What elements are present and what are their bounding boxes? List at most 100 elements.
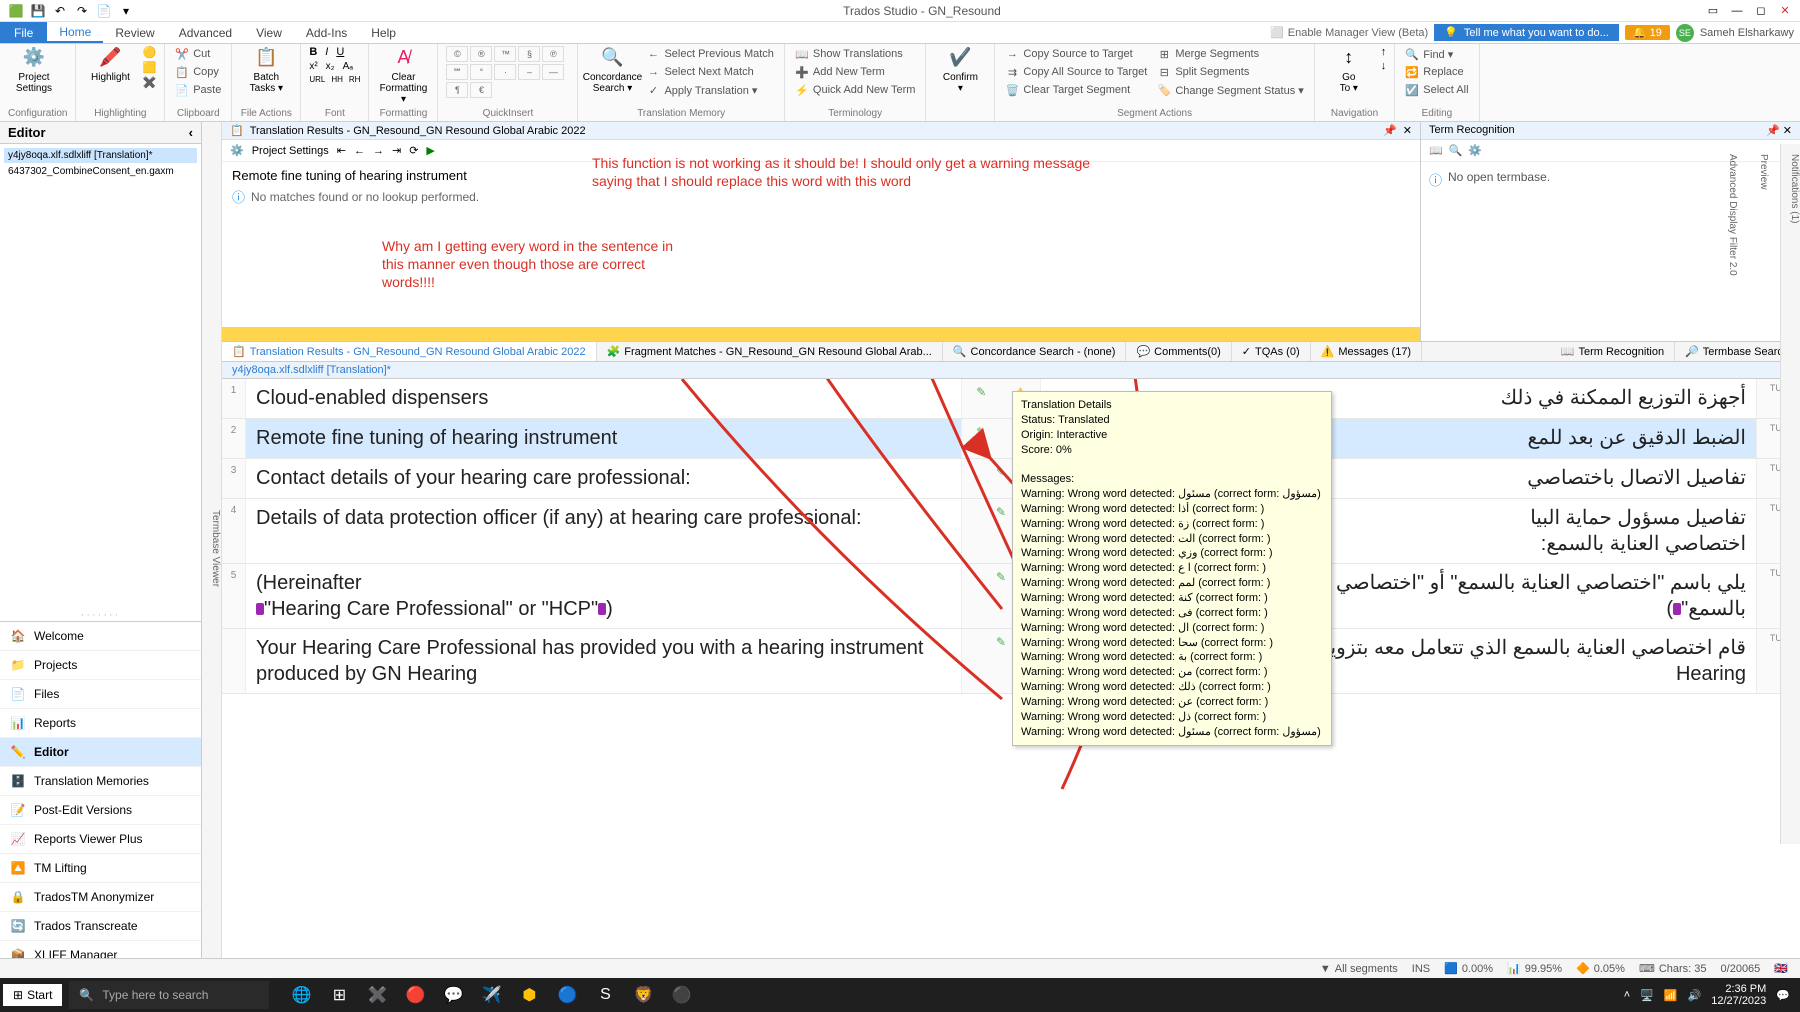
nav-item-projects[interactable]: 📁Projects: [0, 651, 201, 680]
app-icon-3[interactable]: 💬: [441, 983, 465, 1007]
segment-row[interactable]: 4 Details of data protection officer (if…: [222, 499, 1800, 564]
cut-button[interactable]: ✂️Cut: [173, 46, 223, 62]
next-match-button[interactable]: →Select Next Match: [644, 64, 775, 80]
ins-mode[interactable]: INS: [1412, 963, 1430, 975]
tab-addins[interactable]: Add-Ins: [294, 22, 359, 43]
segment-grid[interactable]: Translation DetailsStatus: TranslatedOri…: [222, 379, 1800, 970]
enable-manager-toggle[interactable]: ⬜Enable Manager View (Beta): [1270, 26, 1428, 39]
tab-file[interactable]: File: [0, 22, 47, 43]
preview-tab[interactable]: Preview: [1758, 154, 1769, 844]
segment-row[interactable]: Your Hearing Care Professional has provi…: [222, 629, 1800, 694]
close-panel-icon[interactable]: ✕: [1403, 124, 1412, 137]
hh-button[interactable]: HH: [331, 75, 343, 84]
segment-row[interactable]: 5 (Hereinafter "Hearing Care Professiona…: [222, 564, 1800, 629]
segment-row[interactable]: 3 Contact details of your hearing care p…: [222, 459, 1800, 499]
save-icon[interactable]: 💾: [30, 3, 46, 19]
app-icon-1[interactable]: 🌐: [289, 983, 313, 1007]
app-icon-4[interactable]: ⬢: [517, 983, 541, 1007]
copy-button[interactable]: 📋Copy: [173, 64, 223, 80]
pin-icon[interactable]: 📌: [1766, 125, 1780, 137]
collapse-icon[interactable]: ‹: [189, 125, 193, 140]
results-tab[interactable]: ✓TQAs (0): [1232, 342, 1311, 361]
taskbar-search[interactable]: 🔍 Type here to search: [69, 981, 269, 1009]
results-tab[interactable]: 📋Translation Results - GN_Resound_GN Res…: [222, 342, 597, 361]
chrome-icon[interactable]: 🔴: [403, 983, 427, 1007]
more-icon[interactable]: ▾: [118, 3, 134, 19]
app-icon-8[interactable]: ⚫: [669, 983, 693, 1007]
document-tab[interactable]: y4jy8oqa.xlf.sdlxliff [Translation]*: [222, 362, 1800, 379]
redo-icon[interactable]: ↷: [74, 3, 90, 19]
refresh-icon[interactable]: ⟳: [409, 144, 418, 157]
minimize-icon[interactable]: —: [1726, 2, 1748, 20]
user-avatar[interactable]: SE: [1676, 24, 1694, 42]
results-tab[interactable]: 💬Comments(0): [1126, 342, 1231, 361]
qi-sm[interactable]: ℠: [446, 64, 468, 80]
term-icon-1[interactable]: 📖: [1429, 144, 1443, 157]
segment-source[interactable]: Details of data protection officer (if a…: [246, 499, 961, 563]
qi-pilcrow[interactable]: ¶: [446, 82, 468, 98]
clear-target-button[interactable]: 🗑️Clear Target Segment: [1003, 82, 1149, 98]
segment-source[interactable]: Remote fine tuning of hearing instrument: [246, 419, 961, 458]
select-all-button[interactable]: ☑️Select All: [1403, 82, 1470, 98]
url-button[interactable]: URL: [309, 75, 325, 84]
nav-item-trados-transcreate[interactable]: 🔄Trados Transcreate: [0, 912, 201, 941]
wifi-icon[interactable]: 📶: [1664, 989, 1678, 1002]
segment-row[interactable]: 1 Cloud-enabled dispensers ✎⚠ أجهزة التو…: [222, 379, 1800, 419]
add-term-button[interactable]: ➕Add New Term: [793, 64, 918, 80]
filter-chip[interactable]: ▼ All segments: [1320, 963, 1398, 975]
nav-item-translation-memories[interactable]: 🗄️Translation Memories: [0, 767, 201, 796]
qi-dot[interactable]: ·: [494, 64, 516, 80]
smallcaps-button[interactable]: Aₐ: [343, 61, 353, 72]
merge-segments-button[interactable]: ⊞Merge Segments: [1155, 46, 1305, 62]
paste-button[interactable]: 📄Paste: [173, 82, 223, 98]
find-button[interactable]: 🔍Find ▾: [1403, 46, 1470, 62]
italic-button[interactable]: I: [325, 46, 328, 58]
term-tab[interactable]: 📖Term Recognition: [1551, 342, 1675, 361]
qi-tm[interactable]: ™: [494, 46, 516, 62]
qi-copyright[interactable]: ©: [446, 46, 468, 62]
highlight-yellow-icon[interactable]: 🟡: [142, 46, 156, 59]
nav-item-post-edit-versions[interactable]: 📝Post-Edit Versions: [0, 796, 201, 825]
nav-last-icon[interactable]: ⇥: [392, 144, 401, 157]
nav-prev-icon[interactable]: ←: [354, 145, 365, 157]
split-segments-button[interactable]: ⊟Split Segments: [1155, 64, 1305, 80]
clock[interactable]: 2:36 PM12/27/2023: [1711, 983, 1766, 1007]
notifications-icon[interactable]: 💬: [1776, 989, 1790, 1002]
app-icon-6[interactable]: S: [593, 983, 617, 1007]
nav-next-icon[interactable]: →: [373, 145, 384, 157]
tellme-search[interactable]: 💡Tell me what you want to do...: [1434, 24, 1619, 41]
close-icon[interactable]: ✕: [1774, 2, 1796, 20]
undo-icon[interactable]: ↶: [52, 3, 68, 19]
replace-button[interactable]: 🔁Replace: [1403, 64, 1470, 80]
prev-match-button[interactable]: ←Select Previous Match: [644, 46, 775, 62]
filter-tab[interactable]: Advanced Display Filter 2.0: [1727, 154, 1738, 844]
copy-all-src-button[interactable]: ⇉Copy All Source to Target: [1003, 64, 1149, 80]
start-button[interactable]: ⊞ Start: [3, 984, 62, 1006]
nav-item-tradostm-anonymizer[interactable]: 🔒TradosTM Anonymizer: [0, 883, 201, 912]
segment-source[interactable]: (Hereinafter "Hearing Care Professional"…: [246, 564, 961, 628]
close-panel-icon[interactable]: ✕: [1783, 125, 1792, 137]
segment-source[interactable]: Contact details of your hearing care pro…: [246, 459, 961, 498]
pin-icon[interactable]: 📌: [1383, 124, 1397, 137]
subscript-button[interactable]: x₂: [326, 61, 335, 72]
qi-ndash[interactable]: –: [518, 64, 540, 80]
quick-add-term-button[interactable]: ⚡Quick Add New Term: [793, 82, 918, 98]
copy-src-button[interactable]: →Copy Source to Target: [1003, 46, 1149, 62]
doc-icon[interactable]: 📄: [96, 3, 112, 19]
rh-button[interactable]: RH: [349, 75, 361, 84]
app-icon-7[interactable]: 🦁: [631, 983, 655, 1007]
tab-review[interactable]: Review: [103, 22, 166, 43]
nav-item-welcome[interactable]: 🏠Welcome: [0, 622, 201, 651]
results-tab[interactable]: 🧩Fragment Matches - GN_Resound_GN Resoun…: [597, 342, 943, 361]
file-item[interactable]: y4jy8oqa.xlf.sdlxliff [Translation]*: [4, 148, 197, 163]
volume-icon[interactable]: 🔊: [1688, 989, 1702, 1002]
qi-euro[interactable]: €: [470, 82, 492, 98]
monitor-icon[interactable]: 🖥️: [1640, 989, 1654, 1002]
apply-translation-button[interactable]: ✓Apply Translation ▾: [644, 82, 775, 98]
segment-row[interactable]: 2 Remote fine tuning of hearing instrume…: [222, 419, 1800, 459]
nav-item-editor[interactable]: ✏️Editor: [0, 738, 201, 767]
taskview-icon[interactable]: ⊞: [327, 983, 351, 1007]
play-icon[interactable]: ▶: [426, 144, 434, 157]
nav-down-icon[interactable]: ↓: [1381, 60, 1387, 72]
settings-icon[interactable]: ⚙️: [230, 144, 244, 157]
